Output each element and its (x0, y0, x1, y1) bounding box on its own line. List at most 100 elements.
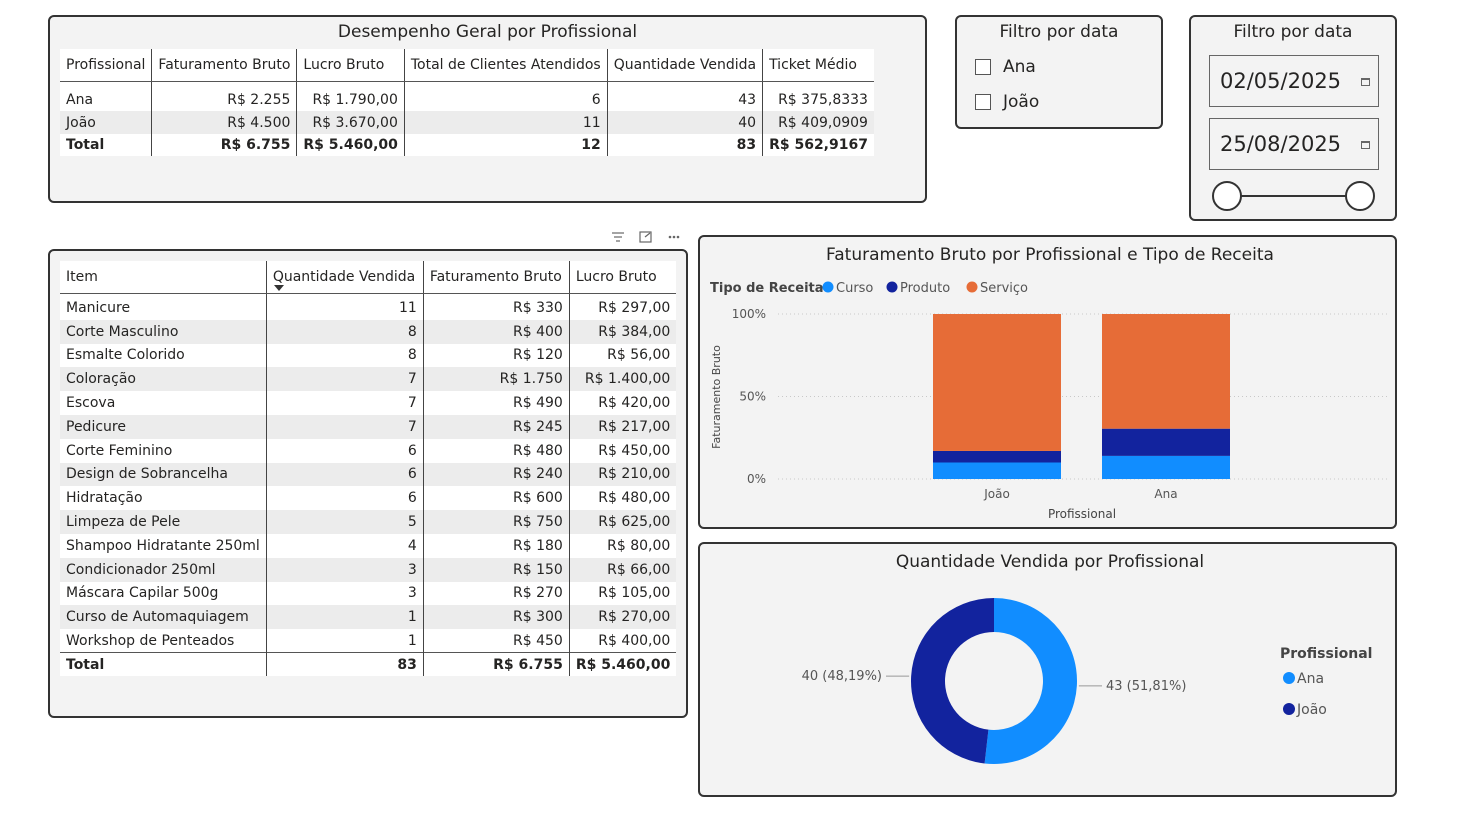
items-table[interactable]: Item Quantidade Vendida Faturamento Brut… (60, 261, 677, 676)
table-row[interactable]: Workshop de Penteados 1 R$ 450 R$ 400,00 (60, 629, 677, 653)
date-range-end-handle[interactable] (1345, 181, 1375, 211)
legend-label[interactable]: Ana (1297, 671, 1324, 687)
items-cell: Coloração (60, 367, 267, 392)
items-cell: R$ 105,00 (568, 581, 677, 606)
items-cell: 11 (265, 296, 424, 320)
items-header-faturamento[interactable]: Faturamento Bruto (422, 261, 570, 294)
summary-header-lucro[interactable]: Lucro Bruto (296, 49, 405, 82)
start-date-value: 02/05/2025 (1220, 69, 1342, 93)
legend-marker[interactable] (1283, 672, 1295, 684)
calendar-icon[interactable] (1361, 78, 1370, 86)
table-row[interactable]: Coloração 7 R$ 1.750 R$ 1.400,00 (60, 367, 677, 392)
y-tick-label: 0% (747, 472, 766, 486)
more-options-icon[interactable] (668, 235, 680, 239)
x-tick-label: Ana (1154, 487, 1177, 501)
donut-slice-joao[interactable] (911, 598, 994, 764)
end-date-input[interactable]: 25/08/2025 (1209, 118, 1379, 170)
items-cell: 8 (265, 343, 424, 368)
legend-label[interactable]: João (1296, 702, 1327, 718)
items-cell: 6 (265, 462, 424, 487)
items-cell: 7 (265, 414, 424, 439)
bar-segment-produto[interactable] (933, 450, 1061, 463)
items-header-item[interactable]: Item (60, 261, 267, 294)
legend-label[interactable]: Serviço (980, 281, 1028, 296)
bar-segment-produto[interactable] (1102, 428, 1230, 456)
items-cell: 8 (265, 319, 424, 344)
items-cell: R$ 750 (422, 510, 570, 534)
legend-marker[interactable] (1283, 703, 1295, 715)
table-row[interactable]: Shampoo Hidratante 250ml 4 R$ 180 R$ 80,00 (60, 533, 677, 558)
date-range-track[interactable] (1227, 195, 1359, 197)
bar-segment-curso[interactable] (933, 462, 1061, 480)
items-cell: Workshop de Penteados (66, 632, 235, 649)
slicer-title: Filtro por data (1233, 22, 1353, 42)
items-cell: 7 (265, 391, 424, 415)
table-row[interactable]: Ana R$ 2.255 R$ 1.790,00 6 43 R$ 375,833… (60, 88, 874, 111)
y-axis-title: Faturamento Bruto (710, 345, 723, 449)
checkbox[interactable] (975, 59, 991, 75)
table-row[interactable]: Limpeza de Pele 5 R$ 750 R$ 625,00 (60, 510, 677, 534)
table-row[interactable]: Escova 7 R$ 490 R$ 420,00 (60, 391, 677, 415)
table-row[interactable]: Corte Masculino 8 R$ 400 R$ 384,00 (60, 319, 677, 344)
summary-cell: 43 (606, 88, 763, 111)
legend-title: Profissional (1280, 646, 1372, 662)
summary-cell: João (60, 111, 152, 134)
bar-segment-serviço[interactable] (1102, 314, 1230, 429)
donut-slice-ana[interactable] (984, 598, 1077, 764)
table-row[interactable]: Hidratação 6 R$ 600 R$ 480,00 (60, 486, 677, 511)
items-header-lucro[interactable]: Lucro Bruto (568, 261, 677, 294)
legend-marker[interactable] (886, 281, 898, 293)
bar-segment-serviço[interactable] (933, 314, 1061, 451)
items-total-cell: 83 (265, 652, 424, 676)
items-cell: R$ 480 (422, 438, 570, 463)
summary-header-ticket[interactable]: Ticket Médio (762, 49, 874, 82)
table-row[interactable]: Pedicure 7 R$ 245 R$ 217,00 (60, 414, 677, 439)
visual-header (608, 228, 688, 246)
filter-icon[interactable] (612, 232, 624, 242)
summary-cell: 11 (403, 111, 608, 134)
summary-cell: 40 (606, 111, 763, 134)
items-header-quantidade[interactable]: Quantidade Vendida (265, 261, 424, 294)
items-cell: R$ 420,00 (568, 391, 677, 415)
table-row[interactable]: Curso de Automaquiagem 1 R$ 300 R$ 270,00 (60, 605, 677, 630)
focus-mode-icon[interactable] (639, 231, 652, 243)
date-slicer: Filtro por data 02/05/2025 25/08/2025 (1189, 15, 1397, 221)
table-row[interactable]: Máscara Capilar 500g 3 R$ 270 R$ 105,00 (60, 581, 677, 606)
slicer-option-ana[interactable]: Ana (975, 57, 1036, 77)
summary-cell: R$ 4.500 (151, 111, 297, 134)
bar-segment-curso[interactable] (1102, 455, 1230, 479)
summary-header-faturamento[interactable]: Faturamento Bruto (151, 49, 297, 82)
legend-label[interactable]: Produto (900, 281, 950, 296)
items-cell: 6 (265, 486, 424, 511)
sort-descending-icon[interactable] (273, 285, 284, 291)
table-row[interactable]: João R$ 4.500 R$ 3.670,00 11 40 R$ 409,0… (60, 111, 874, 134)
calendar-icon[interactable] (1361, 141, 1370, 149)
legend-label[interactable]: Curso (836, 281, 873, 296)
summary-total-cell: R$ 6.755 (151, 134, 297, 156)
items-cell: Pedicure (60, 414, 267, 439)
items-cell: R$ 384,00 (568, 319, 677, 344)
visual-header-icons (612, 231, 680, 243)
summary-header-profissional[interactable]: Profissional (60, 49, 152, 82)
start-date-input[interactable]: 02/05/2025 (1209, 55, 1379, 107)
summary-cell: Ana (66, 91, 94, 108)
checkbox[interactable] (975, 94, 991, 110)
items-cell: 7 (265, 367, 424, 392)
table-row[interactable]: Esmalte Colorido 8 R$ 120 R$ 56,00 (60, 343, 677, 368)
items-cell: 3 (265, 581, 424, 606)
data-label: 43 (51,81%) (1106, 679, 1186, 694)
slicer-option-joao[interactable]: João (975, 92, 1039, 112)
table-row[interactable]: Design de Sobrancelha 6 R$ 240 R$ 210,00 (60, 462, 677, 487)
legend-marker[interactable] (822, 281, 834, 293)
summary-table[interactable]: Profissional Faturamento Bruto Lucro Bru… (60, 49, 874, 156)
y-tick-label: 50% (739, 390, 766, 404)
items-cell: R$ 600 (422, 486, 570, 511)
items-cell: R$ 450 (422, 629, 570, 653)
table-row[interactable]: Corte Feminino 6 R$ 480 R$ 450,00 (60, 438, 677, 463)
date-range-start-handle[interactable] (1212, 181, 1242, 211)
summary-header-clientes[interactable]: Total de Clientes Atendidos (403, 49, 608, 82)
summary-header-quantidade[interactable]: Quantidade Vendida (606, 49, 763, 82)
table-row[interactable]: Manicure 11 R$ 330 R$ 297,00 (60, 296, 677, 320)
legend-marker[interactable] (966, 281, 978, 293)
table-row[interactable]: Condicionador 250ml 3 R$ 150 R$ 66,00 (60, 557, 677, 582)
